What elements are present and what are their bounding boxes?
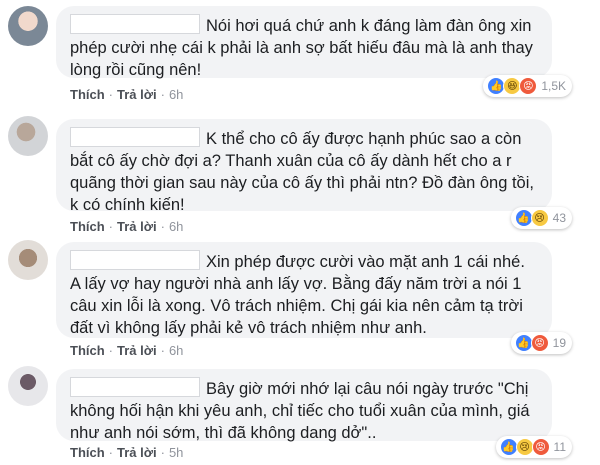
reaction-count: 1,5K	[541, 79, 566, 93]
avatar[interactable]	[8, 116, 48, 156]
like-link[interactable]: Thích	[70, 343, 105, 358]
avatar[interactable]	[8, 366, 48, 406]
reaction-summary[interactable]: 👍 😆 😡 1,5K	[483, 75, 572, 97]
reaction-summary[interactable]: 👍 😡 19	[510, 332, 572, 354]
angry-icon: 😡	[519, 77, 538, 95]
timestamp[interactable]: 6h	[169, 343, 183, 358]
angry-icon: 😡	[531, 438, 550, 456]
timestamp[interactable]: 6h	[169, 87, 183, 102]
reaction-summary[interactable]: 👍 😢 😡 11	[495, 436, 572, 458]
reply-link[interactable]: Trả lời	[117, 343, 157, 358]
avatar[interactable]	[8, 6, 48, 46]
like-icon: 👍	[514, 334, 533, 352]
redacted-author-name[interactable]	[70, 250, 200, 270]
timestamp[interactable]: 5h	[169, 445, 183, 460]
reaction-count: 19	[552, 336, 566, 350]
sad-icon: 😢	[530, 209, 549, 227]
like-icon: 👍	[514, 209, 533, 227]
reaction-count: 43	[552, 211, 566, 225]
like-link[interactable]: Thích	[70, 87, 105, 102]
like-link[interactable]: Thích	[70, 445, 105, 460]
comment-actions: Thích · Trả lời · 6h	[70, 87, 184, 102]
comment-bubble: Xin phép được cười vào mặt anh 1 cái nhé…	[56, 242, 552, 338]
comment-actions: Thích · Trả lời · 6h	[70, 343, 184, 358]
timestamp[interactable]: 6h	[169, 219, 183, 234]
redacted-author-name[interactable]	[70, 14, 200, 34]
comment-bubble: Bây giờ mới nhớ lại câu nói ngày trước "…	[56, 369, 552, 442]
angry-icon: 😡	[530, 334, 549, 352]
like-icon: 👍	[499, 438, 518, 456]
sad-icon: 😢	[515, 438, 534, 456]
avatar[interactable]	[8, 240, 48, 280]
like-link[interactable]: Thích	[70, 219, 105, 234]
comment-bubble: K thể cho cô ấy được hạnh phúc sao a còn…	[56, 119, 552, 214]
redacted-author-name[interactable]	[70, 127, 200, 147]
redacted-author-name[interactable]	[70, 377, 200, 397]
reaction-count: 11	[553, 440, 566, 454]
reaction-summary[interactable]: 👍 😢 43	[510, 207, 572, 229]
reply-link[interactable]: Trả lời	[117, 87, 157, 102]
comment-actions: Thích · Trả lời · 5h	[70, 445, 184, 460]
reply-link[interactable]: Trả lời	[117, 445, 157, 460]
comment-bubble: Nói hơi quá chứ anh k đáng làm đàn ông x…	[56, 6, 552, 79]
reply-link[interactable]: Trả lời	[117, 219, 157, 234]
comment-actions: Thích · Trả lời · 6h	[70, 219, 184, 234]
